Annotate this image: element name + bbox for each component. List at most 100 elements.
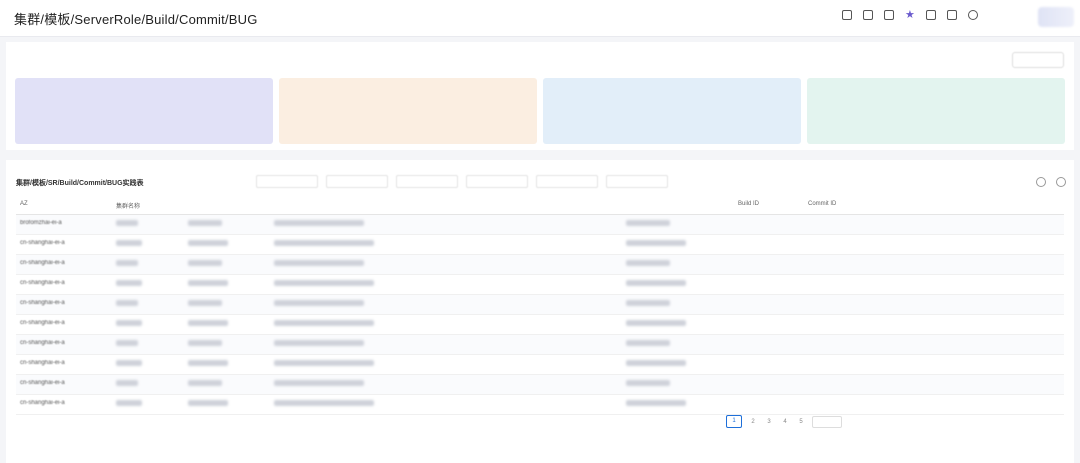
cell-redacted xyxy=(116,320,142,328)
cell-az: brofomzhai-ei-a xyxy=(20,220,62,226)
filter-input[interactable] xyxy=(326,175,388,188)
cell-redacted xyxy=(626,300,670,308)
cell-redacted xyxy=(188,260,222,268)
header-toolbar: ★ xyxy=(842,10,978,21)
page-link[interactable]: 5 xyxy=(796,419,806,425)
cell-redacted xyxy=(626,340,670,348)
cell-redacted xyxy=(188,400,228,408)
cell-redacted xyxy=(626,280,686,288)
summary-section xyxy=(6,42,1074,150)
table-row[interactable]: cn-shanghai-ei-a xyxy=(16,335,1064,355)
cell-redacted xyxy=(626,260,670,268)
table-row[interactable]: brofomzhai-ei-a xyxy=(16,215,1064,235)
table-tools xyxy=(1036,177,1066,187)
table-row[interactable]: cn-shanghai-ei-a xyxy=(16,275,1064,295)
avatar[interactable] xyxy=(1038,7,1074,27)
cell-redacted xyxy=(274,300,364,308)
cell-az: cn-shanghai-ei-a xyxy=(20,380,65,386)
page-current[interactable]: 1 xyxy=(726,415,742,428)
cell-redacted xyxy=(188,280,228,288)
cell-redacted xyxy=(188,220,222,228)
filter-icon[interactable] xyxy=(1036,177,1046,187)
summary-card-1 xyxy=(15,78,273,144)
cell-redacted xyxy=(188,320,228,328)
cell-redacted xyxy=(116,360,142,368)
filter-5 xyxy=(536,175,598,188)
cell-az: cn-shanghai-ei-a xyxy=(20,240,65,246)
page-size-select[interactable] xyxy=(812,415,842,428)
column-header[interactable]: AZ xyxy=(20,201,28,207)
page-link[interactable]: 2 xyxy=(748,419,758,425)
cell-redacted xyxy=(188,300,222,308)
cell-redacted xyxy=(116,300,138,308)
mail-icon[interactable] xyxy=(863,10,873,20)
cell-redacted xyxy=(274,380,364,388)
cell-redacted xyxy=(116,340,138,348)
star-icon[interactable]: ★ xyxy=(905,10,915,21)
cell-redacted xyxy=(116,400,142,408)
cell-redacted xyxy=(274,220,364,228)
filter-1 xyxy=(256,175,318,188)
table-title: 集群/模板/SR/Build/Commit/BUG实践表 xyxy=(16,180,144,187)
filter-select[interactable] xyxy=(466,175,528,188)
page-title: 集群/模板/ServerRole/Build/Commit/BUG xyxy=(14,11,258,27)
filter-select[interactable] xyxy=(396,175,458,188)
filter-input[interactable] xyxy=(606,175,668,188)
cell-az: cn-shanghai-ei-a xyxy=(20,360,65,366)
cell-redacted xyxy=(188,240,228,248)
table-row[interactable]: cn-shanghai-ei-a xyxy=(16,315,1064,335)
external-link-icon[interactable] xyxy=(842,10,852,20)
table-row[interactable]: cn-shanghai-ei-a xyxy=(16,375,1064,395)
smile-icon[interactable] xyxy=(968,10,978,20)
cell-redacted xyxy=(626,240,686,248)
cell-redacted xyxy=(116,260,138,268)
filter-input[interactable] xyxy=(256,175,318,188)
table-row[interactable]: cn-shanghai-ei-a xyxy=(16,255,1064,275)
page-link[interactable]: 3 xyxy=(764,419,774,425)
cell-az: cn-shanghai-ei-a xyxy=(20,400,65,406)
summary-card-4 xyxy=(807,78,1065,144)
cell-az: cn-shanghai-ei-a xyxy=(20,260,65,266)
cell-redacted xyxy=(188,340,222,348)
pagination: 1 2 3 4 5 xyxy=(726,415,842,428)
summary-card-3 xyxy=(543,78,801,144)
filter-6 xyxy=(606,175,668,188)
home-icon[interactable] xyxy=(926,10,936,20)
edit-icon[interactable] xyxy=(947,10,957,20)
cell-redacted xyxy=(188,360,228,368)
filter-bar xyxy=(256,175,668,188)
refresh-icon[interactable] xyxy=(1056,177,1066,187)
filter-2 xyxy=(326,175,388,188)
cell-redacted xyxy=(116,220,138,228)
cell-redacted xyxy=(274,360,374,368)
table-row[interactable]: cn-shanghai-ei-a xyxy=(16,295,1064,315)
table-row[interactable]: cn-shanghai-ei-a xyxy=(16,235,1064,255)
cell-redacted xyxy=(116,280,142,288)
cell-redacted xyxy=(626,400,686,408)
summary-card-2 xyxy=(279,78,537,144)
column-header[interactable]: 集群名称 xyxy=(116,201,140,210)
summary-action-button[interactable] xyxy=(1012,52,1064,68)
cell-redacted xyxy=(626,380,670,388)
page-link[interactable]: 4 xyxy=(780,419,790,425)
cell-redacted xyxy=(116,240,142,248)
table-row[interactable]: cn-shanghai-ei-a xyxy=(16,355,1064,375)
column-header[interactable]: Build ID xyxy=(738,201,759,207)
cell-redacted xyxy=(626,220,670,228)
calendar-icon[interactable] xyxy=(884,10,894,20)
filter-3 xyxy=(396,175,458,188)
cell-redacted xyxy=(274,320,374,328)
filter-input[interactable] xyxy=(536,175,598,188)
table-header: AZ 集群名称 Build ID Commit ID xyxy=(16,198,1064,215)
cell-redacted xyxy=(116,380,138,388)
cell-redacted xyxy=(626,360,686,368)
cell-az: cn-shanghai-ei-a xyxy=(20,300,65,306)
table-row[interactable]: cn-shanghai-ei-a xyxy=(16,395,1064,415)
cell-redacted xyxy=(274,240,374,248)
app-header: 集群/模板/ServerRole/Build/Commit/BUG ★ xyxy=(0,0,1080,37)
filter-4 xyxy=(466,175,528,188)
cell-redacted xyxy=(274,340,364,348)
column-header[interactable]: Commit ID xyxy=(808,201,836,207)
cell-redacted xyxy=(274,260,364,268)
cell-az: cn-shanghai-ei-a xyxy=(20,320,65,326)
